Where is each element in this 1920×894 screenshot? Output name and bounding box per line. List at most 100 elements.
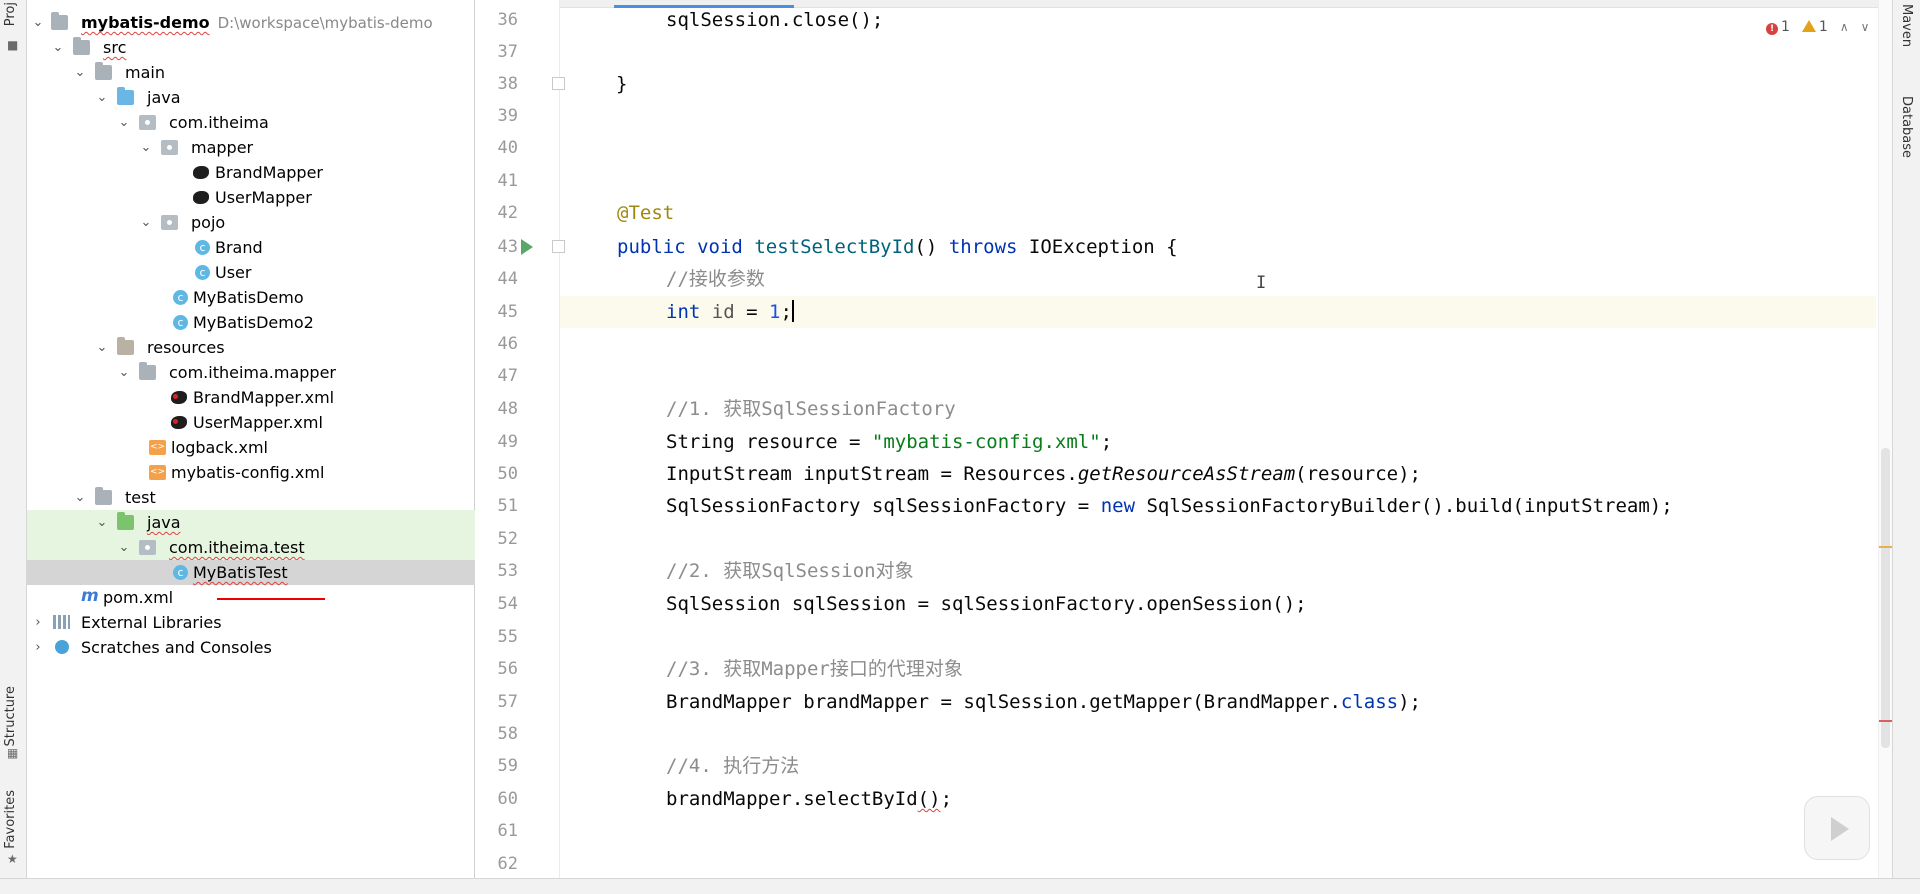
tree-item-brandmapper[interactable]: BrandMapper bbox=[27, 160, 475, 185]
chevron-down-icon[interactable]: ⌄ bbox=[139, 135, 153, 160]
code-line-54: SqlSession sqlSession = sqlSessionFactor… bbox=[666, 593, 1307, 615]
code-line-45: int id = 1; bbox=[666, 300, 794, 323]
tree-item-user[interactable]: c User bbox=[27, 260, 475, 285]
chevron-down-icon[interactable]: ⌄ bbox=[95, 510, 109, 535]
chevron-right-icon[interactable]: › bbox=[31, 635, 45, 660]
tree-item-label: java bbox=[147, 88, 181, 107]
line-number: 36 bbox=[497, 10, 518, 30]
tree-item-mybatistest[interactable]: c MyBatisTest bbox=[27, 560, 475, 585]
tree-root[interactable]: ⌄ mybatis-demo D:\workspace\mybatis-demo bbox=[27, 10, 475, 35]
line-number: 47 bbox=[497, 366, 518, 386]
tree-item-label: java bbox=[147, 513, 181, 532]
code-line-53: //2. 获取SqlSession对象 bbox=[666, 560, 914, 582]
tree-item-label: User bbox=[215, 263, 252, 282]
tree-item-resources[interactable]: ⌄ resources bbox=[27, 335, 475, 360]
tree-item-brand[interactable]: c Brand bbox=[27, 235, 475, 260]
editor-scrollbar[interactable] bbox=[1878, 0, 1893, 878]
tree-item-usermapper[interactable]: UserMapper bbox=[27, 185, 475, 210]
tree-item-mapper[interactable]: ⌄ mapper bbox=[27, 135, 475, 160]
maven-pom-icon: m bbox=[81, 586, 99, 606]
tab-favorites[interactable]: Favorites bbox=[3, 790, 18, 849]
warning-count[interactable]: 1 bbox=[1801, 19, 1828, 35]
structure-icon: ▦ bbox=[7, 746, 19, 760]
tab-project[interactable]: Proj bbox=[3, 2, 18, 26]
tree-item-scratches[interactable]: › Scratches and Consoles bbox=[27, 635, 475, 660]
chevron-down-icon[interactable]: ⌄ bbox=[31, 10, 45, 35]
chevron-down-icon[interactable]: ∨ bbox=[1861, 20, 1870, 34]
line-number: 62 bbox=[497, 854, 518, 874]
tree-item-label: com.itheima.test bbox=[169, 538, 305, 557]
tree-item-com-itheima-test[interactable]: ⌄ com.itheima.test bbox=[27, 535, 475, 560]
scrollbar-thumb[interactable] bbox=[1881, 448, 1890, 748]
chevron-down-icon[interactable]: ⌄ bbox=[95, 335, 109, 360]
chevron-down-icon[interactable]: ⌄ bbox=[95, 85, 109, 110]
error-marker[interactable] bbox=[1879, 720, 1893, 722]
tree-item-label: Brand bbox=[215, 238, 263, 257]
line-number: 40 bbox=[497, 138, 518, 158]
line-number: 60 bbox=[497, 789, 518, 809]
tree-item-label: MyBatisDemo2 bbox=[193, 313, 314, 332]
tree-item-pojo[interactable]: ⌄ pojo bbox=[27, 210, 475, 235]
line-number: 58 bbox=[497, 724, 518, 744]
code-line-48: //1. 获取SqlSessionFactory bbox=[666, 398, 956, 420]
tree-item-logback-xml[interactable]: <> logback.xml bbox=[27, 435, 475, 460]
chevron-down-icon[interactable]: ⌄ bbox=[117, 535, 131, 560]
line-number: 42 bbox=[497, 203, 518, 223]
tree-item-mybatisdemo2[interactable]: c MyBatisDemo2 bbox=[27, 310, 475, 335]
tree-item-src[interactable]: ⌄ src bbox=[27, 35, 475, 60]
tree-item-test[interactable]: ⌄ test bbox=[27, 485, 475, 510]
tab-database[interactable]: Database bbox=[1899, 96, 1914, 158]
tree-item-mybatis-config-xml[interactable]: <> mybatis-config.xml bbox=[27, 460, 475, 485]
fold-marker-icon[interactable] bbox=[552, 77, 565, 90]
tree-item-external-libraries[interactable]: › External Libraries bbox=[27, 610, 475, 635]
tree-item-java[interactable]: ⌄ java bbox=[27, 85, 475, 110]
tree-item-label: pojo bbox=[191, 213, 226, 232]
tree-item-label: mapper bbox=[191, 138, 254, 157]
chevron-down-icon[interactable]: ⌄ bbox=[117, 360, 131, 385]
tree-item-usermapper-xml[interactable]: UserMapper.xml bbox=[27, 410, 475, 435]
tree-item-label: MyBatisTest bbox=[193, 563, 288, 582]
code-editor[interactable]: 36 37 38 39 40 41 42 43 44 45 46 47 48 4… bbox=[476, 0, 1893, 878]
mybatis-xml-icon bbox=[171, 416, 187, 429]
play-overlay-button[interactable] bbox=[1804, 796, 1870, 860]
tree-item-label: logback.xml bbox=[171, 438, 268, 457]
tree-item-brandmapper-xml[interactable]: BrandMapper.xml bbox=[27, 385, 475, 410]
chevron-down-icon[interactable]: ⌄ bbox=[139, 210, 153, 235]
line-number: 56 bbox=[497, 659, 518, 679]
folder-icon bbox=[139, 362, 156, 380]
run-test-icon[interactable] bbox=[521, 239, 533, 255]
line-number: 43 bbox=[497, 237, 518, 257]
error-count[interactable]: ! 1 bbox=[1766, 19, 1790, 35]
folder-tool-icon: ■ bbox=[7, 38, 19, 52]
tree-item-test-java[interactable]: ⌄ java bbox=[27, 510, 475, 535]
left-tool-strip: Proj ■ Structure ▦ Favorites ★ bbox=[0, 0, 27, 878]
code-line-43: public void testSelectById() throws IOEx… bbox=[617, 236, 1178, 258]
tab-maven[interactable]: Maven bbox=[1899, 4, 1914, 47]
fold-marker-icon[interactable] bbox=[552, 240, 565, 253]
tab-structure[interactable]: Structure bbox=[3, 686, 18, 746]
chevron-down-icon[interactable]: ⌄ bbox=[51, 35, 65, 60]
tree-item-label: UserMapper.xml bbox=[193, 413, 323, 432]
library-icon bbox=[53, 615, 70, 629]
tree-item-mybatisdemo[interactable]: c MyBatisDemo bbox=[27, 285, 475, 310]
tree-item-label: com.itheima.mapper bbox=[169, 363, 337, 382]
chevron-right-icon[interactable]: › bbox=[31, 610, 45, 635]
xml-file-icon: <> bbox=[149, 440, 166, 455]
tree-item-label: UserMapper bbox=[215, 188, 312, 207]
warning-marker[interactable] bbox=[1879, 546, 1893, 548]
tree-item-com-itheima-mapper[interactable]: ⌄ com.itheima.mapper bbox=[27, 360, 475, 385]
code-line-51: SqlSessionFactory sqlSessionFactory = ne… bbox=[666, 495, 1673, 517]
tree-item-com-itheima[interactable]: ⌄ com.itheima bbox=[27, 110, 475, 135]
chevron-up-icon[interactable]: ∧ bbox=[1840, 20, 1849, 34]
tree-item-main[interactable]: ⌄ main bbox=[27, 60, 475, 85]
chevron-down-icon[interactable]: ⌄ bbox=[73, 485, 87, 510]
chevron-down-icon[interactable]: ⌄ bbox=[117, 110, 131, 135]
code-line-36: sqlSession.close(); bbox=[666, 9, 884, 31]
scratch-icon bbox=[55, 640, 69, 654]
line-number: 39 bbox=[497, 106, 518, 126]
inspection-widget[interactable]: ! 1 1 ∧ ∨ bbox=[1766, 16, 1869, 38]
code-line-49: String resource = "mybatis-config.xml"; bbox=[666, 431, 1113, 453]
chevron-down-icon[interactable]: ⌄ bbox=[73, 60, 87, 85]
code-line-60: brandMapper.selectById(); bbox=[666, 788, 953, 810]
line-number: 44 bbox=[497, 269, 518, 289]
